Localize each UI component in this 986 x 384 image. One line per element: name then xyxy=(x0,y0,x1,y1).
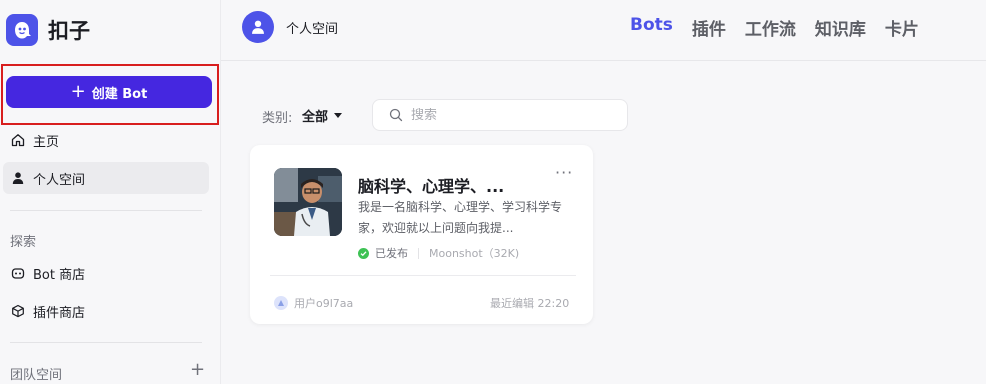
coze-logo-icon xyxy=(6,14,38,46)
tab-bots[interactable]: Bots xyxy=(630,15,673,40)
user-avatar-icon xyxy=(274,296,288,310)
tab-workflows[interactable]: 工作流 xyxy=(745,15,796,40)
more-options-icon[interactable]: ··· xyxy=(555,163,573,182)
published-check-icon xyxy=(358,247,369,259)
bot-meta: 已发布 Moonshot（32K) xyxy=(358,245,519,261)
plus-icon: + xyxy=(70,81,86,102)
create-bot-highlight: + 创建 Bot xyxy=(1,64,219,125)
category-filter-select[interactable]: 全部 xyxy=(302,106,343,125)
author: 用户o9l7aa xyxy=(274,295,353,311)
person-icon xyxy=(12,172,24,184)
sidebar-item-label: 个人空间 xyxy=(33,172,86,188)
sidebar-item-label: Bot 商店 xyxy=(33,267,86,283)
create-bot-button[interactable]: + 创建 Bot xyxy=(6,76,212,108)
tab-plugins[interactable]: 插件 xyxy=(692,15,726,40)
category-filter-value: 全部 xyxy=(302,110,329,125)
search-box[interactable] xyxy=(372,99,628,131)
home-icon xyxy=(11,134,25,147)
bot-card[interactable]: 脑科学、心理学、... ··· 我是一名脑科学、心理学、学习科学专家，欢迎就以上… xyxy=(250,145,593,324)
person-icon xyxy=(252,20,264,34)
workspace-avatar[interactable] xyxy=(242,11,274,43)
top-bar: 个人空间 Bots 插件 工作流 知识库 卡片 xyxy=(221,0,986,61)
workspace-name: 个人空间 xyxy=(286,22,339,37)
bot-avatar-image xyxy=(274,168,342,236)
team-space-label: 团队空间 xyxy=(10,368,63,383)
sidebar-item-plugin-store[interactable]: 插件商店 xyxy=(3,295,209,327)
sidebar-item-bot-store[interactable]: Bot 商店 xyxy=(3,257,209,289)
bot-icon xyxy=(11,268,25,279)
sidebar: 扣子 + 创建 Bot 主页 个人空间 探索 Bot 商店 插件商店 团队空间 … xyxy=(0,0,221,384)
bot-title: 脑科学、心理学、... xyxy=(358,177,505,196)
bot-description: 我是一名脑科学、心理学、学习科学专家，欢迎就以上问题向我提... xyxy=(358,200,563,235)
cube-icon xyxy=(12,304,24,318)
add-team-icon[interactable]: + xyxy=(190,361,205,379)
explore-section-label: 探索 xyxy=(10,235,37,250)
app-logo[interactable]: 扣子 xyxy=(6,14,90,46)
card-divider xyxy=(270,275,576,276)
create-bot-label: 创建 Bot xyxy=(91,86,148,102)
caret-down-icon xyxy=(334,113,343,118)
tab-cards[interactable]: 卡片 xyxy=(885,15,919,40)
sidebar-item-home[interactable]: 主页 xyxy=(3,124,209,156)
resource-tabs: Bots 插件 工作流 知识库 卡片 xyxy=(630,15,919,40)
publish-status: 已发布 xyxy=(375,247,408,260)
sidebar-divider xyxy=(10,210,202,211)
sidebar-item-label: 主页 xyxy=(33,134,60,150)
category-filter-label: 类别: xyxy=(262,111,293,126)
author-name: 用户o9l7aa xyxy=(294,297,354,310)
app-name: 扣子 xyxy=(48,19,90,43)
last-edited: 最近编辑 22:20 xyxy=(490,297,570,310)
search-icon xyxy=(389,108,403,122)
tab-knowledge[interactable]: 知识库 xyxy=(815,15,866,40)
sidebar-item-label: 插件商店 xyxy=(33,305,86,321)
search-input[interactable] xyxy=(411,107,611,123)
model-name: Moonshot（32K) xyxy=(429,247,520,260)
meta-separator xyxy=(418,247,419,259)
sidebar-item-personal-space[interactable]: 个人空间 xyxy=(3,162,209,194)
sidebar-divider xyxy=(10,342,202,343)
